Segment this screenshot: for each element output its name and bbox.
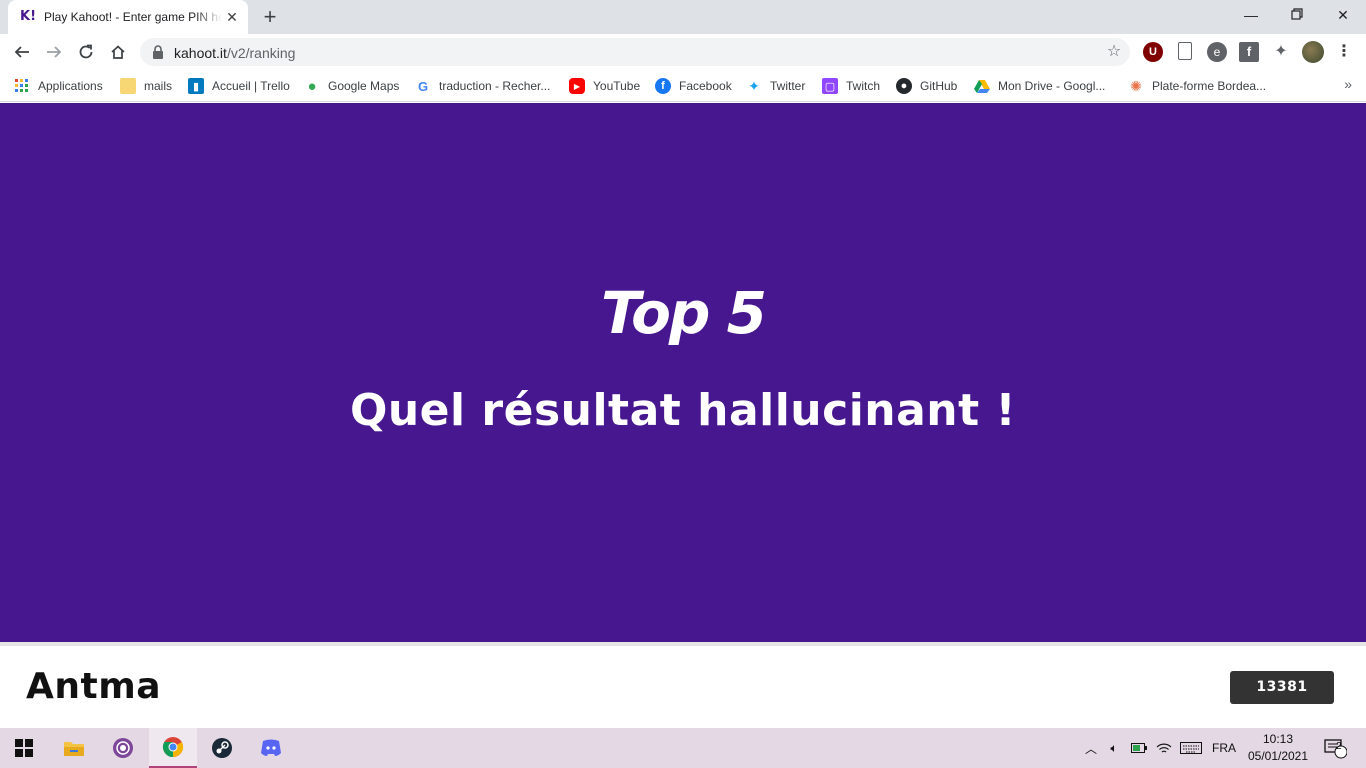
page-title: Top 5 bbox=[601, 279, 767, 347]
player-row: Antma 13381 bbox=[0, 646, 1366, 728]
restore-icon bbox=[1291, 8, 1303, 20]
new-tab-button[interactable]: + bbox=[258, 5, 282, 29]
trello-icon: ▮ bbox=[188, 78, 204, 94]
bookmark-traduction[interactable]: Gtraduction - Recher... bbox=[415, 76, 550, 96]
twitch-icon: ▢ bbox=[822, 78, 838, 94]
tab-title: Play Kahoot! - Enter game PIN here! bbox=[44, 10, 222, 24]
url-text: kahoot.it/v2/ranking bbox=[174, 45, 296, 61]
facebook-icon: f bbox=[655, 78, 671, 94]
restore-button[interactable] bbox=[1274, 0, 1320, 30]
start-button[interactable] bbox=[0, 728, 48, 768]
keyboard-icon[interactable] bbox=[1178, 728, 1204, 768]
refresh-extension-icon[interactable]: e bbox=[1207, 42, 1227, 62]
steam-button[interactable] bbox=[198, 728, 246, 768]
back-button[interactable] bbox=[8, 38, 36, 66]
bookmark-mails[interactable]: mails bbox=[120, 76, 172, 96]
notification-count: 2 bbox=[1336, 741, 1342, 752]
platform-icon: ✺ bbox=[1130, 77, 1142, 94]
score-badge: 13381 bbox=[1230, 671, 1334, 704]
windows-logo-icon bbox=[15, 739, 33, 757]
action-center-button[interactable]: 2 bbox=[1318, 728, 1352, 768]
bookmarks-more-button[interactable]: » bbox=[1344, 76, 1352, 92]
bookmark-facebook[interactable]: f Facebook bbox=[655, 76, 732, 96]
minimize-button[interactable]: — bbox=[1228, 0, 1274, 30]
bookmark-trello[interactable]: ▮ Accueil | Trello bbox=[188, 76, 290, 96]
ublock-extension-icon[interactable]: U bbox=[1143, 42, 1163, 62]
folder-icon bbox=[120, 78, 136, 94]
drive-icon bbox=[974, 78, 990, 94]
bookmark-google-maps[interactable]: ● Google Maps bbox=[304, 76, 399, 96]
reload-button[interactable] bbox=[72, 38, 100, 66]
steam-icon bbox=[212, 738, 232, 758]
windows-taskbar: ︿ 🔈︎ FRA 10:13 05/01/2021 2 bbox=[0, 728, 1366, 768]
clock-date: 05/01/2021 bbox=[1247, 749, 1309, 763]
chrome-button[interactable] bbox=[149, 728, 197, 768]
profile-avatar[interactable] bbox=[1302, 41, 1324, 63]
bookmark-github[interactable]: ● GitHub bbox=[896, 76, 957, 96]
file-explorer-button[interactable] bbox=[50, 728, 98, 768]
maps-pin-icon: ● bbox=[307, 77, 317, 95]
home-button[interactable] bbox=[104, 38, 132, 66]
address-bar[interactable]: kahoot.it/v2/ranking ☆ bbox=[140, 38, 1130, 66]
menu-dots-icon[interactable]: ⋮ bbox=[1334, 42, 1354, 62]
bookmark-twitter[interactable]: ✦ Twitter bbox=[746, 76, 805, 96]
battery-icon[interactable] bbox=[1128, 728, 1150, 768]
tor-icon bbox=[113, 738, 133, 758]
browser-toolbar: kahoot.it/v2/ranking ☆ U e f ✦ ⋮ bbox=[0, 34, 1366, 70]
tab-close-icon[interactable]: ✕ bbox=[224, 9, 240, 25]
discord-icon bbox=[261, 739, 281, 756]
forward-button[interactable] bbox=[40, 38, 68, 66]
home-icon bbox=[111, 45, 125, 59]
github-icon: ● bbox=[896, 78, 912, 94]
forward-arrow-icon bbox=[47, 46, 62, 58]
apps-grid-icon bbox=[14, 78, 30, 94]
google-icon: G bbox=[417, 78, 429, 94]
close-window-button[interactable]: ✕ bbox=[1320, 0, 1366, 30]
reload-icon bbox=[79, 44, 93, 59]
browser-tab-strip: K! Play Kahoot! - Enter game PIN here! ✕… bbox=[0, 0, 1366, 34]
chrome-icon bbox=[162, 737, 184, 758]
result-message: Quel résultat hallucinant ! bbox=[349, 385, 1017, 436]
bookmark-star-icon[interactable]: ☆ bbox=[1104, 42, 1124, 62]
notification-icon bbox=[1324, 739, 1347, 759]
kahoot-ranking-stage: Top 5 Quel résultat hallucinant ! bbox=[0, 103, 1366, 642]
youtube-icon: ▶ bbox=[569, 78, 585, 94]
bookmark-applications[interactable]: Applications bbox=[14, 76, 103, 96]
kahoot-favicon: K! bbox=[20, 9, 37, 24]
bookmark-mon-drive[interactable]: Mon Drive - Googl... bbox=[974, 76, 1105, 96]
tab-kahoot[interactable]: K! Play Kahoot! - Enter game PIN here! ✕ bbox=[8, 0, 248, 34]
tray-chevron-up-icon[interactable]: ︿ bbox=[1082, 728, 1100, 768]
twitter-icon: ✦ bbox=[748, 77, 760, 94]
volume-muted-icon[interactable]: 🔈︎ bbox=[1104, 728, 1124, 768]
lock-icon bbox=[153, 45, 163, 59]
extensions-puzzle-icon[interactable]: ✦ bbox=[1271, 42, 1291, 62]
facebook-extension-icon[interactable]: f bbox=[1239, 42, 1259, 62]
tor-browser-button[interactable] bbox=[99, 728, 147, 768]
bookmark-youtube[interactable]: ▶ YouTube bbox=[569, 76, 640, 96]
bookmark-plate-forme[interactable]: ✺ Plate-forme Bordea... bbox=[1128, 76, 1266, 96]
folder-icon bbox=[64, 742, 84, 756]
wifi-icon[interactable] bbox=[1154, 728, 1174, 768]
document-extension-icon[interactable] bbox=[1178, 42, 1192, 60]
bookmarks-bar: Applications mails ▮ Accueil | Trello ● Go… bbox=[0, 70, 1366, 102]
back-arrow-icon bbox=[14, 46, 29, 58]
clock[interactable]: 10:13 05/01/2021 bbox=[1244, 731, 1312, 765]
player-name: Antma bbox=[26, 666, 162, 707]
clock-time: 10:13 bbox=[1262, 732, 1294, 746]
language-indicator[interactable]: FRA bbox=[1208, 728, 1240, 768]
bookmark-twitch[interactable]: ▢ Twitch bbox=[822, 76, 880, 96]
discord-button[interactable] bbox=[247, 728, 295, 768]
